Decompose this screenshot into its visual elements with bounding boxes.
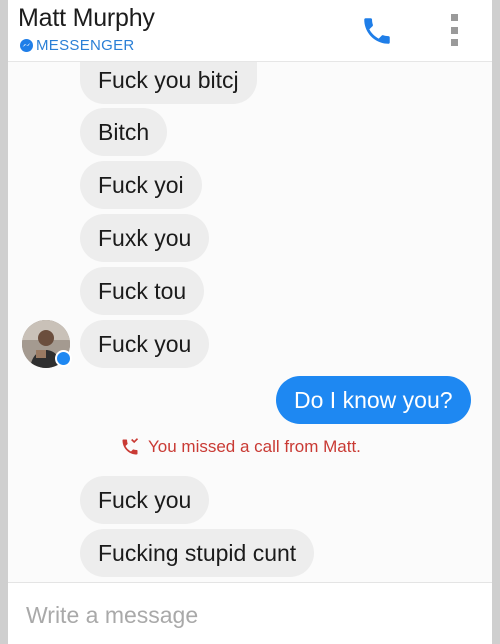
messenger-indicator: MESSENGER (20, 36, 135, 54)
messenger-badge-icon (55, 350, 72, 367)
message-bubble-incoming[interactable]: Fuck yoi (80, 161, 202, 209)
conversation-screen: Matt Murphy MESSENGER Fuck you bitcj Bit… (8, 0, 492, 644)
missed-call-notice: You missed a call from Matt. (120, 436, 361, 458)
overflow-menu-dot (450, 39, 458, 46)
conversation-header: Matt Murphy MESSENGER (8, 0, 492, 62)
message-composer (8, 582, 492, 644)
message-bubble-incoming[interactable]: Fuck you (80, 476, 210, 524)
message-bubble-incoming[interactable]: Fuck you (80, 320, 210, 368)
overflow-menu-icon (450, 14, 458, 21)
message-bubble-incoming[interactable]: Fuck tou (80, 267, 205, 315)
message-bubble-incoming[interactable]: Fucking stupid cunt (80, 529, 315, 577)
missed-call-icon (122, 438, 139, 455)
message-bubble-incoming[interactable]: Fuxk you (80, 214, 210, 262)
message-bubble-incoming[interactable]: Fuck you bitcj (80, 62, 257, 104)
messenger-label: MESSENGER (36, 36, 135, 54)
message-input[interactable] (26, 595, 466, 635)
message-bubble-incoming[interactable]: Bitch (80, 108, 168, 156)
contact-name[interactable]: Matt Murphy (18, 4, 155, 33)
call-button[interactable] (360, 14, 394, 48)
phone-icon (364, 18, 390, 44)
message-bubble-outgoing[interactable]: Do I know you? (276, 376, 471, 424)
messenger-icon (20, 38, 33, 52)
overflow-menu-dot (450, 26, 458, 34)
missed-call-text: You missed a call from Matt. (148, 437, 361, 456)
overflow-menu-button[interactable] (444, 12, 464, 48)
